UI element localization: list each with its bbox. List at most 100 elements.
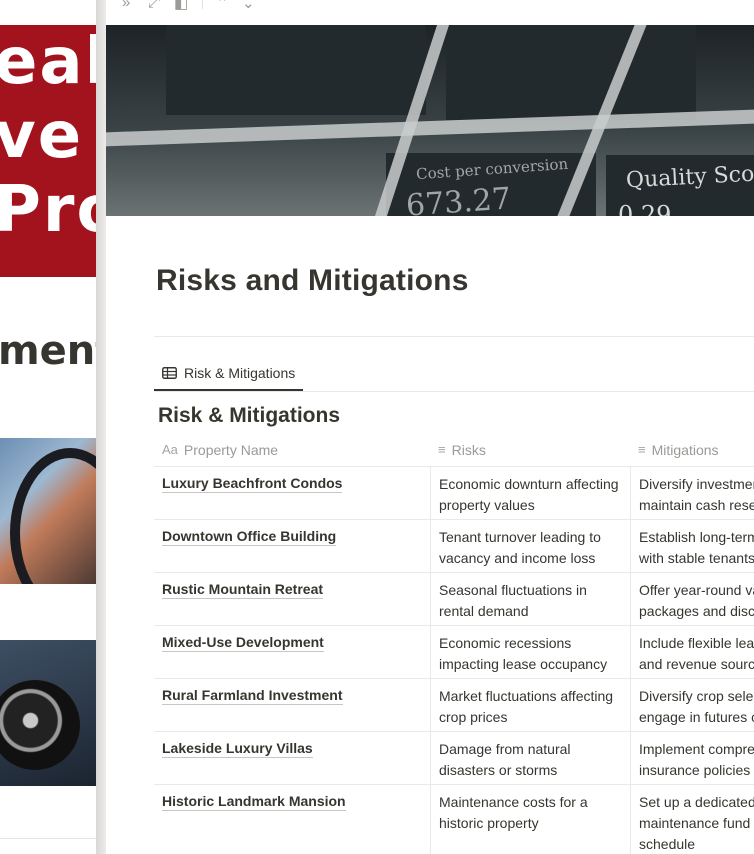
risk-text-line: Damage from natural	[439, 741, 571, 757]
cell-property-name[interactable]: Downtown Office Building	[154, 520, 430, 572]
cover-image: Cost per conversion 673.27 Quality Sco 0…	[106, 25, 754, 216]
peek-toolbar: » ⤢ ◧ ⌃ ⌄	[106, 0, 754, 25]
mitigation-text-line: schedule	[639, 836, 696, 852]
mitigation-text-line: Implement compre	[639, 741, 754, 757]
cell-mitigations[interactable]: Include flexible leas and revenue source	[630, 626, 754, 678]
peek-panel-shadow	[96, 0, 106, 854]
cell-property-name[interactable]: Rural Farmland Investment	[154, 679, 430, 731]
risk-text-line: Seasonal fluctuations in	[439, 582, 587, 598]
property-name-link[interactable]: Rural Farmland Investment	[162, 687, 343, 705]
peek-panel: » ⤢ ◧ ⌃ ⌄ Cost per conversion 673.27 Qua…	[106, 0, 754, 854]
table-row[interactable]: Downtown Office Building Tenant turnover …	[154, 520, 754, 573]
mitigation-text-line: Offer year-round va	[639, 582, 754, 598]
cell-risks[interactable]: Economic recessions impacting lease occup…	[430, 626, 630, 678]
risk-text-line: Maintenance costs for a	[439, 794, 588, 810]
cell-mitigations[interactable]: Establish long-term with stable tenants	[630, 520, 754, 572]
background-image-telephone	[0, 640, 96, 786]
mitigation-text-line: maintenance fund	[639, 815, 751, 831]
cell-risks[interactable]: Seasonal fluctuations in rental demand	[430, 573, 630, 625]
table-row[interactable]: Mixed-Use Development Economic recessions…	[154, 626, 754, 679]
property-name-link[interactable]: Downtown Office Building	[162, 528, 337, 546]
risk-text-line: Market fluctuations affecting	[439, 688, 614, 704]
cell-risks[interactable]: Tenant turnover leading to vacancy and in…	[430, 520, 630, 572]
mitigation-text-line: Include flexible leas	[639, 635, 754, 651]
table-row[interactable]: Rural Farmland Investment Market fluctuat…	[154, 679, 754, 732]
mitigation-text-line: Set up a dedicated	[639, 794, 754, 810]
mitigation-text-line: insurance policies	[639, 762, 751, 778]
risk-text-line: Tenant turnover leading to	[439, 529, 601, 545]
cell-risks[interactable]: Maintenance costs for a historic property	[430, 785, 630, 854]
background-divider	[0, 838, 96, 839]
column-header-mitigations[interactable]: ≡ Mitigations	[630, 433, 754, 466]
side-peek-icon[interactable]: ◧	[174, 0, 188, 12]
background-heading: ment	[0, 328, 100, 374]
lines-icon: ≡	[638, 442, 646, 457]
property-name-link[interactable]: Luxury Beachfront Condos	[162, 475, 343, 493]
table-row[interactable]: Rustic Mountain Retreat Seasonal fluctuat…	[154, 573, 754, 626]
risk-text-line: disasters or storms	[439, 762, 558, 778]
column-label: Risks	[451, 441, 486, 458]
table-header: Aa Property Name ≡ Risks ≡ Mitigations	[154, 433, 754, 467]
risk-text-line: property values	[439, 497, 535, 513]
cell-mitigations[interactable]: Implement compre insurance policies	[630, 732, 754, 784]
cell-mitigations[interactable]: Set up a dedicated maintenance fund schedu…	[630, 785, 754, 854]
column-label: Mitigations	[651, 441, 719, 458]
risk-text-line: Economic downturn affecting	[439, 476, 619, 492]
text-property-icon: Aa	[162, 442, 178, 457]
cell-property-name[interactable]: Lakeside Luxury Villas	[154, 732, 430, 784]
mitigation-text-line: and revenue source	[639, 656, 754, 672]
property-name-link[interactable]: Lakeside Luxury Villas	[162, 740, 313, 758]
property-name-link[interactable]: Historic Landmark Mansion	[162, 793, 346, 811]
cell-risks[interactable]: Damage from natural disasters or storms	[430, 732, 630, 784]
risk-text-line: rental demand	[439, 603, 529, 619]
double-chevron-right-icon[interactable]: »	[122, 0, 130, 11]
tab-divider	[154, 391, 754, 392]
mitigation-text-line: Diversify investmen	[639, 476, 754, 492]
mitigation-text-line: Establish long-term	[639, 529, 754, 545]
property-name-link[interactable]: Rustic Mountain Retreat	[162, 581, 324, 599]
table-row[interactable]: Lakeside Luxury Villas Damage from natura…	[154, 732, 754, 785]
tab-label: Risk & Mitigations	[184, 364, 296, 381]
column-header-risks[interactable]: ≡ Risks	[430, 433, 630, 466]
mitigation-text-line: with stable tenants	[639, 550, 754, 566]
database-title[interactable]: Risk & Mitigations	[158, 404, 340, 428]
table-icon	[162, 366, 177, 379]
risk-text-line: crop prices	[439, 709, 508, 725]
table-row[interactable]: Luxury Beachfront Condos Economic downtur…	[154, 467, 754, 520]
lines-icon: ≡	[438, 442, 446, 457]
cell-property-name[interactable]: Mixed-Use Development	[154, 626, 430, 678]
risk-text-line: historic property	[439, 815, 539, 831]
mitigation-text-line: maintain cash reser	[639, 497, 754, 513]
cell-mitigations[interactable]: Offer year-round va packages and disco	[630, 573, 754, 625]
expand-icon[interactable]: ⤢	[148, 0, 160, 11]
cell-property-name[interactable]: Luxury Beachfront Condos	[154, 467, 430, 519]
tab-risk-mitigations[interactable]: Risk & Mitigations	[154, 356, 304, 391]
cell-mitigations[interactable]: Diversify crop selec engage in futures c	[630, 679, 754, 731]
background-banner-image: eal ve Pro	[0, 25, 96, 277]
risk-text-line: Economic recessions	[439, 635, 572, 651]
mitigation-text-line: engage in futures c	[639, 709, 754, 725]
toolbar-separator	[202, 0, 203, 9]
cell-mitigations[interactable]: Diversify investmen maintain cash reser	[630, 467, 754, 519]
risk-text-line: vacancy and income loss	[439, 550, 596, 566]
risk-text-line: impacting lease occupancy	[439, 656, 608, 672]
cell-risks[interactable]: Market fluctuations affecting crop prices	[430, 679, 630, 731]
chevron-up-icon[interactable]: ⌃	[216, 0, 229, 12]
column-label: Property Name	[183, 441, 279, 458]
table-row[interactable]: Historic Landmark Mansion Maintenance cos…	[154, 785, 754, 854]
property-name-link[interactable]: Mixed-Use Development	[162, 634, 324, 652]
mitigation-text-line: Diversify crop selec	[639, 688, 754, 704]
risk-table: Aa Property Name ≡ Risks ≡ Mitigations L…	[154, 433, 754, 854]
title-divider	[154, 336, 754, 337]
cell-risks[interactable]: Economic downturn affecting property valu…	[430, 467, 630, 519]
background-banner-text: eal ve Pro	[0, 25, 96, 247]
column-header-property-name[interactable]: Aa Property Name	[154, 433, 430, 466]
chevron-down-icon[interactable]: ⌄	[242, 0, 255, 12]
cover-text-value: 673.27	[404, 181, 513, 216]
background-image-mirror	[0, 438, 96, 584]
mitigation-text-line: packages and disco	[639, 603, 754, 619]
cell-property-name[interactable]: Rustic Mountain Retreat	[154, 573, 430, 625]
cell-property-name[interactable]: Historic Landmark Mansion	[154, 785, 430, 854]
page-title[interactable]: Risks and Mitigations	[156, 264, 469, 298]
background-page: eal ve Pro ment	[0, 0, 100, 854]
